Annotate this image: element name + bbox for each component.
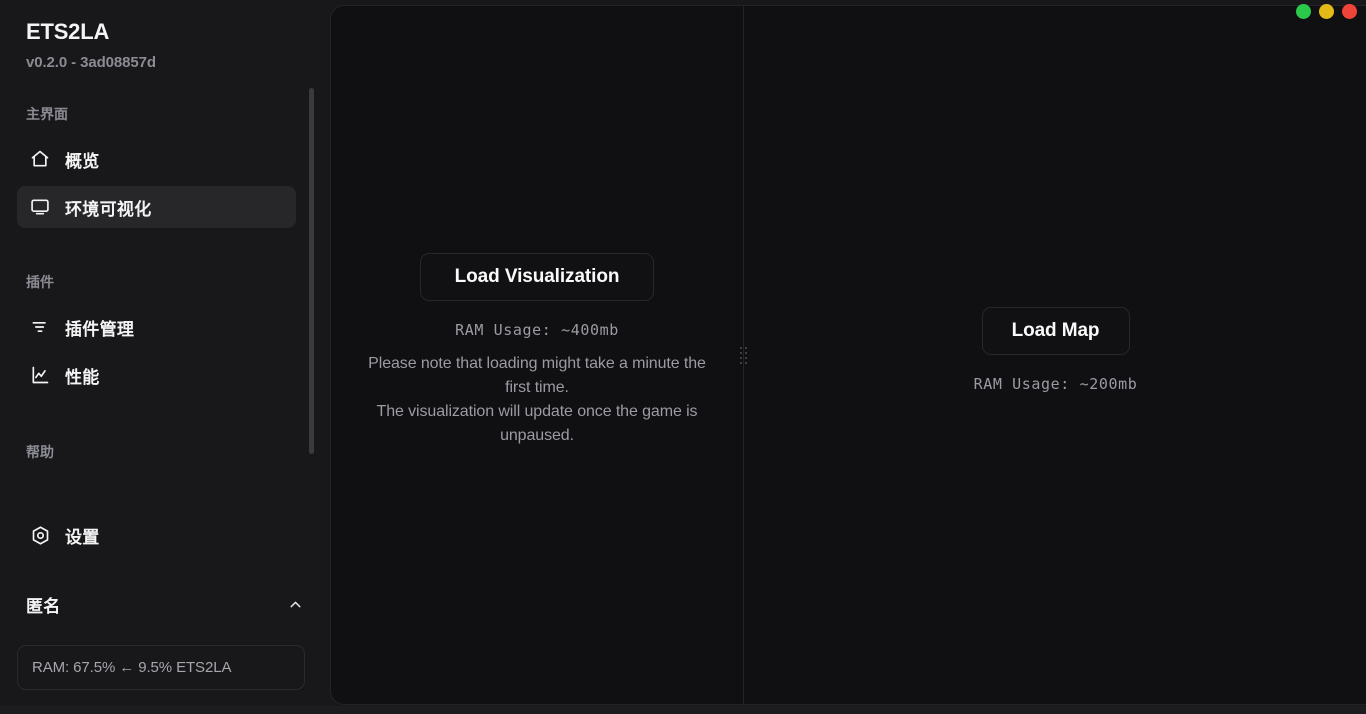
sidebar-item-performance[interactable]: 性能 (17, 354, 296, 396)
grip-dot (745, 361, 747, 364)
app-title: ETS2LA (26, 19, 110, 44)
grip-dot (745, 351, 747, 354)
sidebar-item-plugin-manager[interactable]: 插件管理 (17, 306, 296, 348)
sidebar-nav: 主界面 概览 环境可视化 插件 插件管理 性能 帮助 设置 (0, 104, 330, 562)
monitor-icon (29, 196, 51, 218)
app-window: ETS2LA v0.2.0 - 3ad08857d 主界面 概览 环境可视化 插… (0, 0, 1366, 714)
home-icon (29, 148, 51, 170)
note-line: first time. (505, 379, 569, 396)
nav-group-label-main: 主界面 (26, 106, 68, 122)
sidebar-item-label: 设置 (65, 527, 100, 547)
map-ram-usage: RAM Usage: ~200mb (973, 375, 1138, 393)
collapsible-label: 匿名 (26, 597, 61, 616)
sidebar-item-label: 环境可视化 (65, 199, 152, 219)
sidebar-item-label: 性能 (65, 367, 100, 387)
sidebar-item-label: 插件管理 (65, 319, 135, 339)
ram-status-badge[interactable]: RAM: 67.5% ← 9.5% ETS2LA (17, 645, 305, 690)
map-pane-content: Load Map RAM Usage: ~200mb (744, 307, 1366, 393)
chart-line-icon (29, 364, 51, 386)
maximize-button[interactable] (1319, 4, 1334, 19)
nav-group-label-plugins: 插件 (26, 274, 54, 290)
chevron-up-icon[interactable] (286, 596, 304, 614)
sliders-icon (29, 316, 51, 338)
visualization-pane: Load Visualization RAM Usage: ~400mb Ple… (331, 6, 743, 704)
grip-dot-row (740, 346, 747, 349)
note-line: The visualization will update once the g… (376, 403, 698, 420)
sidebar-item-overview[interactable]: 概览 (17, 138, 296, 180)
main-panel: Load Visualization RAM Usage: ~400mb Ple… (330, 5, 1366, 705)
app-version: v0.2.0 - 3ad08857d (26, 54, 156, 71)
grip-dot (740, 356, 742, 359)
grip-dot (745, 346, 747, 349)
visualization-ram-usage: RAM Usage: ~400mb (455, 321, 619, 339)
brand: ETS2LA v0.2.0 - 3ad08857d (26, 18, 296, 74)
ram-status-text: RAM: 67.5% ← 9.5% ETS2LA (32, 659, 232, 676)
settings-hex-icon (29, 524, 51, 546)
close-button[interactable] (1342, 4, 1357, 19)
note-line: unpaused. (500, 427, 574, 444)
grip-dot (740, 351, 742, 354)
window-controls (1296, 4, 1357, 19)
sidebar: ETS2LA v0.2.0 - 3ad08857d 主界面 概览 环境可视化 插… (0, 0, 330, 714)
minimize-button[interactable] (1296, 4, 1311, 19)
sidebar-item-label: 概览 (65, 151, 100, 171)
nav-group-label-help: 帮助 (26, 444, 54, 460)
sidebar-scrollbar-thumb[interactable] (309, 88, 314, 454)
visualization-pane-content: Load Visualization RAM Usage: ~400mb Ple… (331, 253, 743, 448)
load-visualization-button[interactable]: Load Visualization (420, 253, 654, 301)
grip-dot (745, 356, 747, 359)
grip-dot (740, 361, 742, 364)
grip-dot-row (740, 351, 747, 354)
pane-resize-handle[interactable] (739, 340, 748, 370)
grip-dot-row (740, 356, 747, 359)
load-map-button[interactable]: Load Map (981, 307, 1130, 355)
map-pane: Load Map RAM Usage: ~200mb (744, 6, 1366, 704)
sidebar-collapsible-anonymous[interactable]: 匿名 (26, 592, 304, 617)
bottom-strip (0, 706, 1366, 714)
sidebar-item-settings[interactable]: 设置 (17, 514, 296, 556)
sidebar-item-visualization[interactable]: 环境可视化 (17, 186, 296, 228)
visualization-note: Please note that loading might take a mi… (332, 352, 742, 448)
grip-dot (740, 346, 742, 349)
note-line: Please note that loading might take a mi… (368, 355, 706, 372)
grip-dot-row (740, 361, 747, 364)
